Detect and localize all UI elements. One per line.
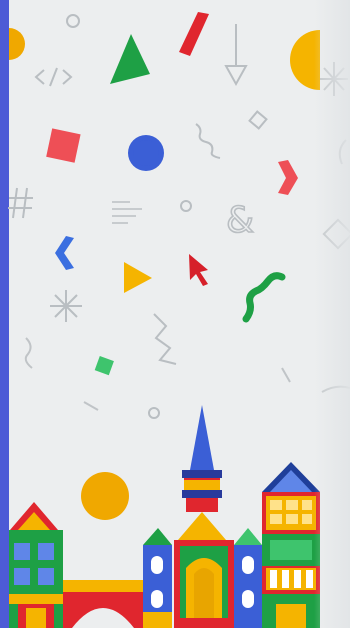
down-arrow-icon [224, 24, 248, 87]
circle-inner [133, 140, 159, 166]
text-lines-icon [112, 201, 142, 224]
decorative-illustration: & [0, 0, 350, 628]
curve-left-icon [24, 337, 33, 369]
bridge [63, 580, 143, 628]
ampersand-icon: & [226, 200, 254, 241]
code-brackets-icon [34, 67, 73, 87]
left-house [9, 502, 63, 628]
side-building-left [143, 528, 172, 628]
small-ring-icon [66, 14, 80, 28]
slash-icon [179, 12, 209, 56]
zigzag-icon [153, 313, 177, 365]
cursor-arrow-icon [189, 254, 208, 286]
squiggle-icon [195, 123, 221, 159]
small-square-outline-icon [248, 110, 268, 130]
worm-icon [242, 272, 286, 323]
play-triangle-icon [124, 262, 152, 293]
chevron-left-icon [55, 236, 74, 270]
right-house [262, 462, 320, 628]
hash-icon [8, 187, 33, 219]
tower-castle [174, 405, 234, 628]
side-building-right [234, 528, 262, 628]
dash-2-icon [83, 401, 99, 411]
chevron-right-icon [278, 160, 298, 195]
dash-icon [281, 367, 291, 383]
illustration-canvas: & [8, 12, 350, 628]
small-ring-3-icon [148, 407, 160, 419]
sun-icon [81, 472, 129, 520]
square-icon [46, 128, 81, 163]
half-circle-icon [9, 28, 25, 60]
small-ring-2-icon [180, 200, 192, 212]
small-diamond-icon [94, 356, 114, 376]
asterisk-icon [50, 290, 82, 322]
right-edge-fade [314, 0, 350, 628]
triangle-icon [110, 34, 150, 84]
